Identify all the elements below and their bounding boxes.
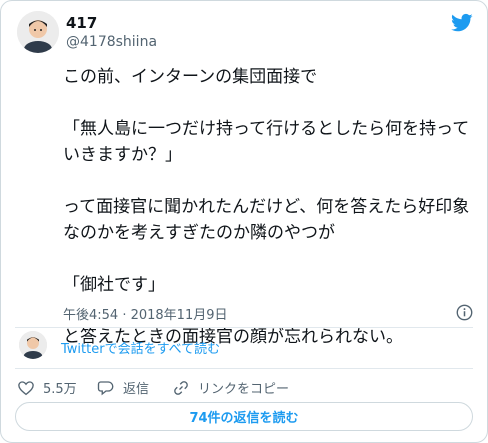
tweet-line: って面接官に聞かれたんだけど、何を答えたら好印象なのかを考えすぎたのか隣のやつが: [63, 197, 470, 243]
user-handle[interactable]: @4178shiina: [66, 34, 157, 50]
tweet-line: [63, 246, 473, 272]
user-avatar[interactable]: [17, 11, 59, 53]
heart-icon: [18, 380, 34, 395]
divider: [15, 327, 473, 328]
tweet-timestamp[interactable]: 午後4:54 · 2018年11月9日: [63, 304, 228, 323]
reply-icon: [97, 380, 114, 395]
copy-link-button[interactable]: リンクをコピー: [172, 378, 289, 397]
tweet-card: 417 @4178shiina この前、インターンの集団面接で 「無人島に一つだ…: [0, 0, 488, 443]
twitter-bird-icon[interactable]: [451, 13, 473, 33]
reply-button[interactable]: 返信: [97, 378, 149, 397]
tweet-line: 「無人島に一つだけ持って行けるとしたら何を持っていきますか？」: [63, 119, 470, 165]
read-replies-button[interactable]: 74件の返信を読む: [15, 402, 473, 431]
tweet-line: 「御社です」: [63, 275, 165, 295]
link-icon: [174, 380, 188, 395]
info-icon[interactable]: [456, 304, 473, 321]
thread-avatar: [19, 331, 47, 359]
read-replies-label: 74件の返信を読む: [189, 411, 299, 426]
user-display-name[interactable]: 417: [66, 14, 97, 32]
tweet-line: [63, 90, 473, 116]
reply-label: 返信: [123, 382, 150, 397]
read-conversation-link[interactable]: Twitterで会話をすべて読む: [61, 338, 220, 357]
like-count: 5.5万: [43, 382, 77, 397]
tweet-line: この前、インターンの集団面接で: [63, 67, 318, 87]
like-button[interactable]: 5.5万: [17, 378, 77, 397]
copy-link-label: リンクをコピー: [198, 382, 290, 397]
divider: [15, 368, 473, 369]
tweet-line: [63, 168, 473, 194]
